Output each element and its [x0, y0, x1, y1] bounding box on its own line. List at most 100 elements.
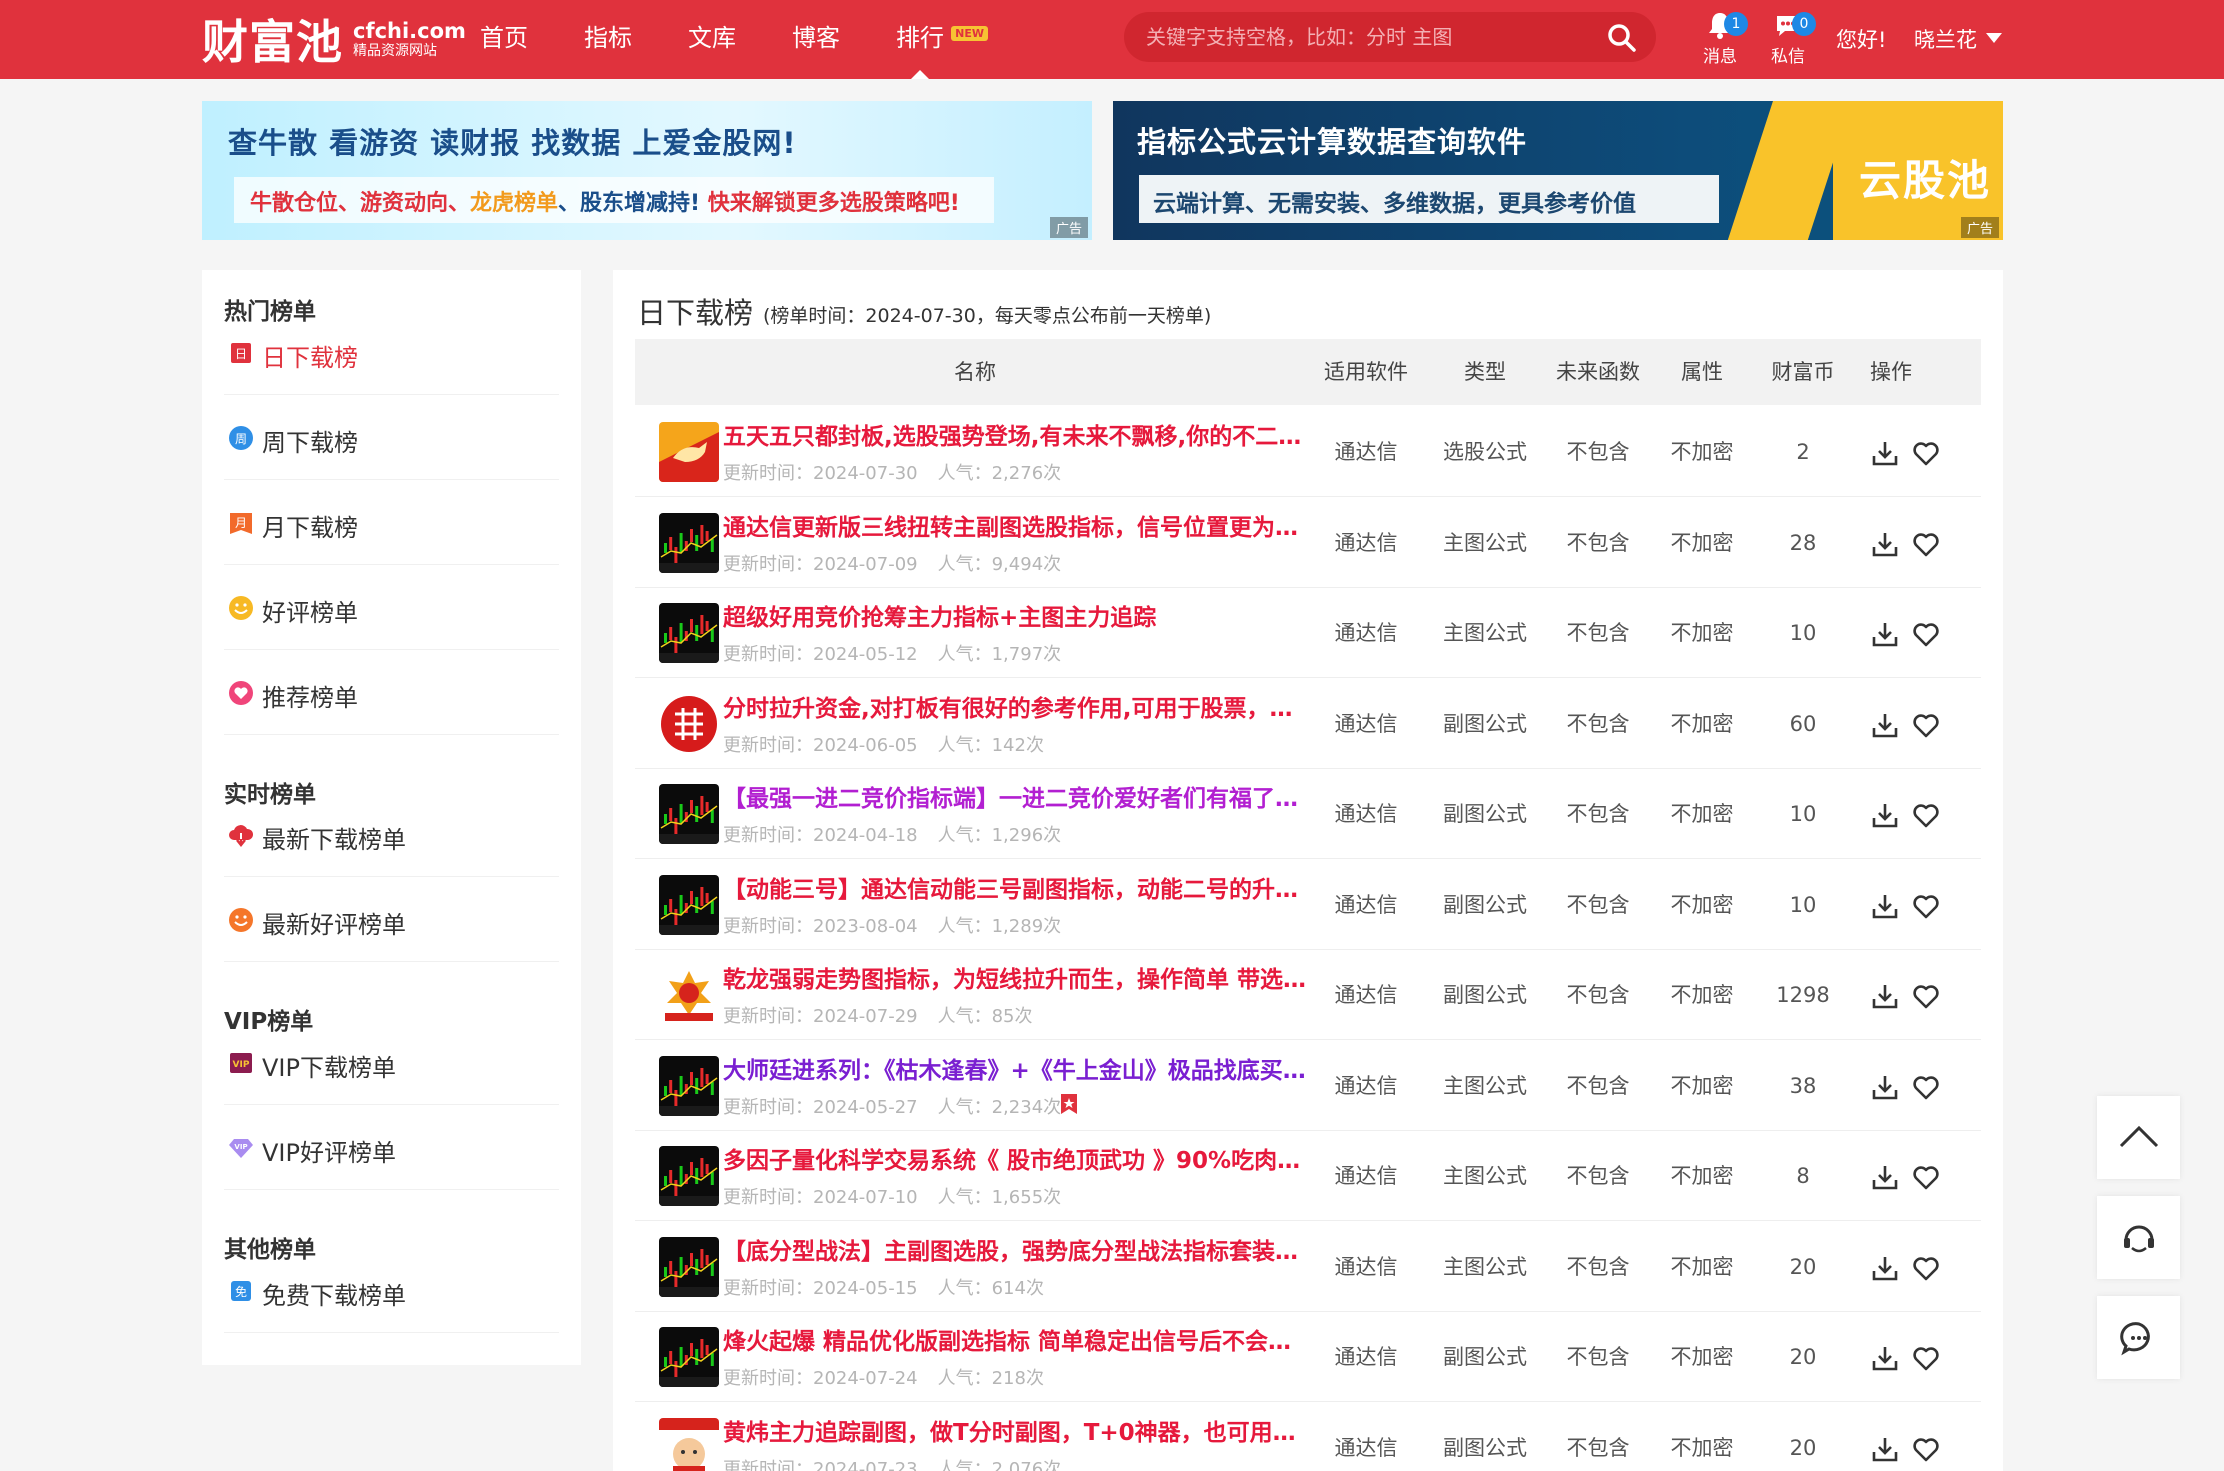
resource-thumbnail[interactable] [659, 1056, 719, 1116]
cell-software: 通达信 [1334, 1436, 1398, 1460]
sidebar-item-latest-reviews[interactable]: 最新好评榜单 [224, 877, 559, 962]
sidebar-item-vip-downloads[interactable]: VIP VIP下载榜单 [224, 1020, 559, 1105]
table-row: 超级好用竞价抢筹主力指标+主图主力追踪 更新时间：2024-05-12 人气：1,7… [635, 588, 1981, 678]
resource-thumbnail[interactable] [659, 603, 719, 663]
chevron-down-icon[interactable] [1986, 33, 2002, 43]
banner-left-part-a: 牛散仓位、游资动向、 [250, 191, 471, 216]
resource-thumbnail[interactable] [659, 422, 719, 482]
resource-thumbnail[interactable] [659, 965, 719, 1025]
feedback-button[interactable] [2097, 1296, 2180, 1379]
site-logo[interactable]: 财富池 cfchi.com 精品资源网站 [202, 10, 466, 69]
resource-title-link[interactable]: 烽火起爆 精品优化版副选指标 简单稳定出信号后不会变 好用 [723, 1322, 1313, 1356]
resource-title-link[interactable]: 五天五只都封板,选股强势登场,有未来不飘移,你的不二选择 [723, 417, 1313, 451]
sidebar-item-day-downloads[interactable]: 日 日下载榜 [224, 310, 559, 395]
resource-thumbnail[interactable] [659, 1418, 719, 1471]
ad-banner-left[interactable]: 查牛散 看游资 读财报 找数据 上爱金股网! 牛散仓位、游资动向、龙虎榜单、股东… [202, 101, 1092, 240]
sidebar-item-week-downloads[interactable]: 周 周下载榜 [224, 395, 559, 480]
nav-blog[interactable]: 博客 [792, 0, 840, 79]
download-icon[interactable] [1870, 619, 1900, 649]
sidebar-item-latest-downloads[interactable]: 最新下载榜单 [224, 792, 559, 877]
cell-coins: 20 [1789, 1255, 1817, 1279]
resource-title-link[interactable]: 【底分型战法】主副图选股，强势底分型战法指标套装，附教程 [723, 1232, 1313, 1266]
ad-banner-right[interactable]: 指标公式云计算数据查询软件 云端计算、无需安装、多维数据，更具参考价值 云股池 … [1113, 101, 2003, 240]
heart-favorite-icon[interactable] [1911, 438, 1941, 468]
heart-favorite-icon[interactable] [1911, 1072, 1941, 1102]
username-menu[interactable]: 晓兰花 [1914, 24, 1977, 54]
table-header: 名称 适用软件 类型 未来函数 属性 财富币 操作 [635, 339, 1981, 405]
download-icon[interactable] [1870, 1072, 1900, 1102]
sidebar-item-month-downloads[interactable]: 月 月下载榜 [224, 480, 559, 565]
resource-title-link[interactable]: 黄炜主力追踪副图，做T分时副图，T+0神器，也可用于选股 [723, 1413, 1313, 1447]
download-icon[interactable] [1870, 438, 1900, 468]
resource-thumbnail[interactable] [659, 513, 719, 573]
download-icon[interactable] [1870, 1343, 1900, 1373]
cell-type: 副图公式 [1443, 893, 1527, 917]
customer-service-button[interactable] [2097, 1196, 2180, 1279]
resource-title-link[interactable]: 乾龙强弱走势图指标，为短线拉升而生，操作简单 带选股功能 [723, 960, 1313, 994]
heart-favorite-icon[interactable] [1911, 710, 1941, 740]
download-icon[interactable] [1870, 1434, 1900, 1464]
heart-favorite-icon[interactable] [1911, 800, 1941, 830]
column-header-name: 名称 [954, 360, 996, 384]
cell-type: 选股公式 [1443, 440, 1527, 464]
nav-library[interactable]: 文库 [688, 0, 736, 79]
updated-prefix: 更新时间： [723, 554, 813, 575]
table-row: 通达信更新版三线扭转主副图选股指标，信号位置更为精准 更新时间：2024-07-0… [635, 498, 1981, 588]
download-icon[interactable] [1870, 710, 1900, 740]
resource-title-link[interactable]: 通达信更新版三线扭转主副图选股指标，信号位置更为精准 [723, 508, 1313, 542]
resource-thumbnail[interactable] [659, 1237, 719, 1297]
resource-thumbnail[interactable] [659, 694, 719, 754]
ranking-main-panel: 日下载榜 (榜单时间：2024-07-30，每天零点公布前一天榜单) 名称 适用… [613, 270, 2003, 1471]
heart-favorite-icon[interactable] [1911, 1434, 1941, 1464]
heart-favorite-icon[interactable] [1911, 1343, 1941, 1373]
headset-icon [2124, 1225, 2154, 1253]
sidebar-item-vip-reviews[interactable]: VIP VIP好评榜单 [224, 1105, 559, 1190]
sidebar-item-free-downloads[interactable]: 免 免费下载榜单 [224, 1248, 559, 1333]
popularity-value: 614次 [991, 1278, 1044, 1299]
ranking-sidebar: 热门榜单 日 日下载榜 周 周下载榜 月 月下载榜 好评榜单 推荐榜单 实时榜单… [202, 270, 581, 1365]
sidebar-item-recommended[interactable]: 推荐榜单 [224, 650, 559, 735]
resource-thumbnail[interactable] [659, 784, 719, 844]
resource-title-link[interactable]: 多因子量化科学交易系统《 股市绝顶武功 》90%吃肉牛股必备 [723, 1141, 1313, 1175]
messages-button[interactable]: 1 消息 [1690, 10, 1750, 70]
column-header-attribute: 属性 [1681, 360, 1723, 384]
download-icon[interactable] [1870, 891, 1900, 921]
private-messages-button[interactable]: 0 私信 [1758, 10, 1818, 70]
search-input[interactable] [1146, 12, 1586, 62]
back-to-top-button[interactable] [2097, 1096, 2180, 1179]
resource-thumbnail[interactable] [659, 1146, 719, 1206]
table-row: 多因子量化科学交易系统《 股市绝顶武功 》90%吃肉牛股必备 更新时间：2024-… [635, 1131, 1981, 1221]
resource-title-link[interactable]: 大师廷进系列：《枯木逢春》+《牛上金山》极品找底买点指标 [723, 1051, 1313, 1085]
download-icon[interactable] [1870, 1162, 1900, 1192]
search-icon[interactable] [1606, 22, 1638, 54]
download-icon[interactable] [1870, 981, 1900, 1011]
heart-favorite-icon[interactable] [1911, 1253, 1941, 1283]
resource-title-link[interactable]: 分时拉升资金,对打板有很好的参考作用,可用于股票，可用于期货 [723, 689, 1313, 723]
resource-title-link[interactable]: 超级好用竞价抢筹主力指标+主图主力追踪 [723, 598, 1313, 632]
week-icon: 周 [229, 426, 253, 450]
banner-right-subline-text: 云端计算、无需安装、多维数据，更具参考价值 [1153, 191, 1636, 217]
cell-software: 通达信 [1334, 440, 1398, 464]
nav-home[interactable]: 首页 [480, 0, 528, 79]
cell-type: 副图公式 [1443, 983, 1527, 1007]
table-row: 【最强一进二竞价指标端】一进二竞价爱好者们有福了，超强 更新时间：2024-04-… [635, 769, 1981, 859]
messages-count-badge: 1 [1724, 12, 1748, 36]
resource-title-link[interactable]: 【动能三号】通达信动能三号副图指标，动能二号的升级版本 [723, 870, 1313, 904]
table-row: 大师廷进系列：《枯木逢春》+《牛上金山》极品找底买点指标 更新时间：2024-05… [635, 1041, 1981, 1131]
download-icon[interactable] [1870, 1253, 1900, 1283]
resource-title-link[interactable]: 【最强一进二竞价指标端】一进二竞价爱好者们有福了，超强 [723, 779, 1313, 813]
heart-favorite-icon[interactable] [1911, 981, 1941, 1011]
resource-thumbnail[interactable] [659, 875, 719, 935]
nav-indicators[interactable]: 指标 [584, 0, 632, 79]
banner-left-part-d: 快来解锁更多选股策略吧! [707, 191, 960, 216]
sidebar-item-good-reviews[interactable]: 好评榜单 [224, 565, 559, 650]
download-icon[interactable] [1870, 529, 1900, 559]
resource-thumbnail[interactable] [659, 1327, 719, 1387]
heart-favorite-icon[interactable] [1911, 529, 1941, 559]
nav-ranking[interactable]: 排行 NEW [896, 0, 988, 79]
download-icon[interactable] [1870, 800, 1900, 830]
updated-date: 2024-05-12 [813, 644, 918, 665]
heart-favorite-icon[interactable] [1911, 1162, 1941, 1192]
heart-favorite-icon[interactable] [1911, 619, 1941, 649]
heart-favorite-icon[interactable] [1911, 891, 1941, 921]
